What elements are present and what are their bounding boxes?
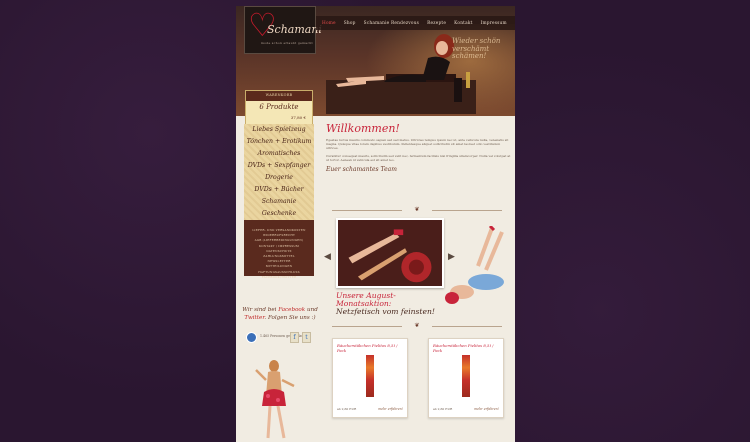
- main-content: Willkommen! Egestas luctus mauris commod…: [326, 122, 511, 173]
- divider: ❦: [332, 206, 502, 213]
- logo-text: Schamani: [267, 23, 322, 36]
- divider-line: [432, 210, 502, 211]
- cart-price: 37,80 €: [290, 115, 306, 120]
- promo-slider-image: [336, 218, 444, 288]
- facebook-avatar-icon: [246, 332, 257, 343]
- divider-line: [432, 326, 502, 327]
- slider-prev-arrow-icon[interactable]: ◀: [324, 252, 331, 262]
- cart-title: WARENKORB: [265, 93, 293, 97]
- dancer-illustration: [255, 360, 295, 439]
- divider-line: [332, 326, 402, 327]
- social-text: Wir sind bei Facebook und Twitter. Folge…: [242, 306, 318, 322]
- divider-line: [332, 210, 402, 211]
- facebook-share-icon[interactable]: f: [290, 332, 299, 343]
- nav-item-kontakt[interactable]: Kontakt: [451, 21, 475, 26]
- product-name[interactable]: Räucherstäbchen Pielitos 8,5ℓ / Pack: [337, 343, 405, 353]
- cart-count: 6 Produkte: [259, 103, 299, 111]
- header-tagline: Wieder schön verschämt schämen!: [452, 37, 501, 61]
- nav-item-shop[interactable]: Shop: [341, 21, 359, 26]
- facebook-link[interactable]: Facebook: [278, 307, 305, 313]
- product-name[interactable]: Räucherstäbchen Pielitos 8,5ℓ / Pack: [433, 343, 501, 353]
- social-text-part: und: [306, 307, 318, 313]
- product-image[interactable]: [462, 355, 470, 397]
- twitter-share-icon[interactable]: t: [302, 332, 311, 343]
- sidebar-item-toenchen[interactable]: Tönchen + Erotikum: [244, 136, 314, 148]
- social-text-part: Wir sind bei: [242, 307, 277, 313]
- product-price: ab 2,60 EUR: [337, 407, 357, 411]
- nav-item-rezepte[interactable]: Rezepte: [424, 21, 449, 26]
- social-text-part: . Folgen Sie uns :): [264, 315, 316, 321]
- main-nav: Home Shop Schamanie Rendezvous Rezepte K…: [316, 16, 515, 30]
- info-link[interactable]: FACEBOOK/TWITTER: [244, 275, 314, 280]
- sidebar-item-dvds-buecher[interactable]: DVDs + Bücher: [244, 184, 314, 196]
- sidebar-item-geschenke[interactable]: Schamanie Geschenke: [244, 196, 314, 217]
- product-price: ab 2,60 EUR: [433, 407, 453, 411]
- cart-widget[interactable]: WARENKORB 6 Produkte 37,80 €: [245, 90, 313, 126]
- divider: ❦: [332, 322, 502, 329]
- social-box: Wir sind bei Facebook und Twitter. Folge…: [242, 306, 318, 343]
- welcome-heading: Willkommen!: [326, 122, 400, 135]
- product-more-link[interactable]: mehr erfahren!: [474, 407, 499, 411]
- logo-subtitle: mode schon erlaubt gemacht: [261, 41, 314, 45]
- welcome-paragraph: Curabitur consequat mauris, sollicitudin…: [326, 153, 511, 162]
- promo-text[interactable]: Unsere August-Monatsaktion: Netzfetisch …: [336, 292, 446, 316]
- facebook-like-widget[interactable]: 1.465 Personen gefällt das f t: [246, 332, 316, 350]
- nav-item-home[interactable]: Home: [319, 21, 339, 26]
- nav-item-rendezvous[interactable]: Schamanie Rendezvous: [361, 21, 422, 26]
- product-card[interactable]: Räucherstäbchen Pielitos 8,5ℓ / Pack ab …: [428, 338, 504, 418]
- nav-item-impressum[interactable]: Impressum: [478, 21, 510, 26]
- sidebar-item-drogerie[interactable]: Drogerie: [244, 172, 314, 184]
- twitter-link[interactable]: Twitter: [244, 315, 264, 321]
- logo[interactable]: ♡ Schamani mode schon erlaubt gemacht: [244, 6, 322, 54]
- product-image[interactable]: [366, 355, 374, 397]
- site-container: Wieder schön verschämt schämen! ♡ Schama…: [236, 6, 515, 442]
- team-signature: Euer schamantes Team: [326, 166, 397, 174]
- sidebar-item-aromatisches[interactable]: Aromatisches: [244, 148, 314, 160]
- ornament-icon: ❦: [414, 322, 420, 329]
- welcome-paragraph: Egestas luctus mauris commodo sapien sed…: [326, 138, 509, 151]
- sidebar-info-links: LIEFER- UND VERSANDKOSTEN WIDERRUFSRECHT…: [244, 220, 314, 279]
- sidebar-item-dvds-sexpfanger[interactable]: DVDs + Sexpfanger: [244, 160, 314, 172]
- ornament-icon: ❦: [414, 206, 420, 213]
- sidebar-item-liebes-spielzeug[interactable]: Liebes Spielzeug: [244, 124, 314, 136]
- promo-subtitle: Netzfetisch vom feinsten!: [336, 307, 435, 316]
- promo-title: Unsere August-Monatsaktion:: [336, 291, 396, 308]
- product-more-link[interactable]: mehr erfahren!: [378, 407, 403, 411]
- sidebar-menu: Liebes Spielzeug Tönchen + Erotikum Arom…: [244, 124, 314, 220]
- product-card[interactable]: Räucherstäbchen Pielitos 8,5ℓ / Pack ab …: [332, 338, 408, 418]
